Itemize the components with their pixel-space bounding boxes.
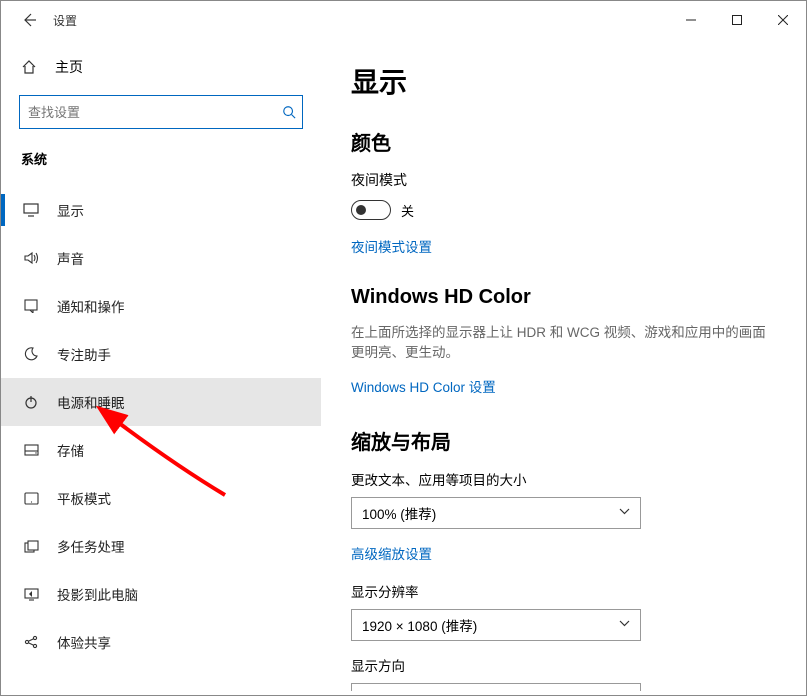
sidebar-item-power[interactable]: 电源和睡眠 <box>1 378 321 426</box>
hd-description: 在上面所选择的显示器上让 HDR 和 WCG 视频、游戏和应用中的画面更明亮、更… <box>351 323 776 364</box>
sidebar-item-project[interactable]: 投影到此电脑 <box>1 570 321 618</box>
sidebar-item-multitask[interactable]: 多任务处理 <box>1 522 321 570</box>
sidebar-item-sound[interactable]: 声音 <box>1 234 321 282</box>
window-title: 设置 <box>53 12 77 29</box>
arrow-left-icon <box>21 12 37 28</box>
scale-layout-section: 缩放与布局 更改文本、应用等项目的大小 100% (推荐) 高级缩放设置 显示分… <box>351 426 776 691</box>
home-label: 主页 <box>55 57 83 77</box>
notification-icon <box>21 299 41 313</box>
page-title: 显示 <box>351 61 776 101</box>
sidebar-item-tablet[interactable]: 平板模式 <box>1 474 321 522</box>
sidebar-item-label: 声音 <box>57 248 84 268</box>
hd-color-settings-link[interactable]: Windows HD Color 设置 <box>351 376 496 396</box>
resolution-dropdown[interactable]: 1920 × 1080 (推荐) <box>351 609 641 641</box>
search-input[interactable] <box>28 105 282 120</box>
maximize-button[interactable] <box>714 4 760 36</box>
sidebar-item-label: 体验共享 <box>57 632 111 652</box>
chevron-down-icon <box>619 619 630 630</box>
category-heading: 系统 <box>1 143 321 180</box>
speaker-icon <box>21 251 41 265</box>
storage-icon <box>21 444 41 456</box>
nav-list: 显示 声音 通知和操作 专注助手 电源和睡眠 <box>1 186 321 666</box>
share-icon <box>21 635 41 649</box>
chevron-down-icon <box>619 507 630 518</box>
dropdown-value: 100% (推荐) <box>362 503 436 523</box>
text-size-label: 更改文本、应用等项目的大小 <box>351 469 776 489</box>
home-link[interactable]: 主页 <box>1 39 321 87</box>
sidebar-item-label: 平板模式 <box>57 488 111 508</box>
multitask-icon <box>21 540 41 553</box>
sidebar-item-label: 多任务处理 <box>57 536 125 556</box>
sidebar-item-shared[interactable]: 体验共享 <box>1 618 321 666</box>
night-mode-toggle[interactable] <box>351 200 391 220</box>
power-icon <box>21 395 41 409</box>
section-heading: Windows HD Color <box>351 286 776 309</box>
night-mode-settings-link[interactable]: 夜间模式设置 <box>351 236 432 256</box>
sidebar-item-storage[interactable]: 存储 <box>1 426 321 474</box>
monitor-icon <box>21 203 41 217</box>
sidebar-item-label: 专注助手 <box>57 344 111 364</box>
resolution-label: 显示分辨率 <box>351 581 776 601</box>
section-heading: 颜色 <box>351 127 776 156</box>
search-box[interactable] <box>19 95 303 129</box>
sidebar-item-display[interactable]: 显示 <box>1 186 321 234</box>
section-heading: 缩放与布局 <box>351 426 776 455</box>
orientation-label: 显示方向 <box>351 655 776 675</box>
hd-color-section: Windows HD Color 在上面所选择的显示器上让 HDR 和 WCG … <box>351 286 776 396</box>
sidebar-item-label: 电源和睡眠 <box>57 392 125 412</box>
minimize-button[interactable] <box>668 4 714 36</box>
sidebar-item-label: 通知和操作 <box>57 296 125 316</box>
tablet-icon <box>21 492 41 505</box>
search-icon <box>282 105 296 119</box>
orientation-dropdown[interactable] <box>351 683 641 691</box>
sidebar-item-focus[interactable]: 专注助手 <box>1 330 321 378</box>
toggle-knob <box>356 205 366 215</box>
dropdown-value: 1920 × 1080 (推荐) <box>362 615 477 635</box>
text-size-dropdown[interactable]: 100% (推荐) <box>351 497 641 529</box>
moon-icon <box>21 347 41 361</box>
sidebar-item-label: 显示 <box>57 200 84 220</box>
title-bar: 设置 <box>1 1 806 39</box>
sidebar-item-label: 存储 <box>57 440 84 460</box>
night-mode-state: 关 <box>401 201 414 220</box>
advanced-scale-link[interactable]: 高级缩放设置 <box>351 543 776 563</box>
sidebar-item-notifications[interactable]: 通知和操作 <box>1 282 321 330</box>
night-mode-label: 夜间模式 <box>351 170 776 190</box>
sidebar: 主页 系统 显示 声音 <box>1 39 321 695</box>
home-icon <box>21 59 41 75</box>
close-button[interactable] <box>760 4 806 36</box>
back-button[interactable] <box>9 12 49 28</box>
sidebar-item-label: 投影到此电脑 <box>57 584 138 604</box>
color-section: 颜色 夜间模式 关 夜间模式设置 <box>351 127 776 256</box>
content-pane: 显示 颜色 夜间模式 关 夜间模式设置 Windows HD Color 在上面… <box>321 39 806 695</box>
project-icon <box>21 588 41 601</box>
